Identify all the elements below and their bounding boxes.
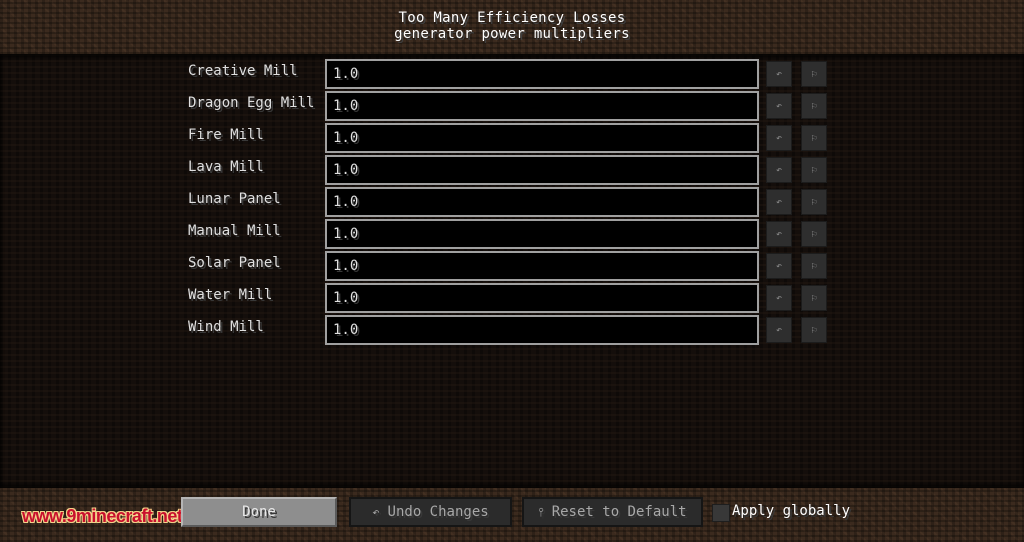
config-value-input[interactable] [325,283,759,313]
undo-icon: ↶ [372,505,380,519]
row-reset-button[interactable]: ⚐ [801,189,827,215]
row-undo-button[interactable]: ↶ [766,61,792,87]
row-reset-button[interactable]: ⚐ [801,61,827,87]
config-row: Manual Mill ↶ ⚐ [0,219,1024,249]
done-button[interactable]: Done [181,497,337,527]
config-value-input[interactable] [325,155,759,185]
config-row: Dragon Egg Mill ↶ ⚐ [0,91,1024,121]
config-row-label: Lava Mill [188,159,264,175]
row-undo-button[interactable]: ↶ [766,285,792,311]
screen-subtitle: generator power multipliers [394,26,630,42]
config-row: Creative Mill ↶ ⚐ [0,59,1024,89]
config-row-label: Lunar Panel [188,191,281,207]
row-reset-button[interactable]: ⚐ [801,93,827,119]
config-row-label: Wind Mill [188,319,264,335]
row-undo-button[interactable]: ↶ [766,221,792,247]
undo-icon: ↶ [775,132,783,144]
row-undo-button[interactable]: ↶ [766,157,792,183]
config-value-input[interactable] [325,187,759,217]
row-reset-button[interactable]: ⚐ [801,285,827,311]
config-row-label: Manual Mill [188,223,281,239]
screen-title: Too Many Efficiency Losses [398,10,626,26]
reset-icon: ⚐ [810,196,818,208]
undo-changes-label: Undo Changes [387,504,489,520]
row-reset-button[interactable]: ⚐ [801,157,827,183]
watermark: www.9minecraft.net [22,506,183,526]
config-row-label: Fire Mill [188,127,264,143]
reset-icon: ⚐ [810,164,818,176]
reset-icon: ⚐ [810,228,818,240]
row-reset-button[interactable]: ⚐ [801,221,827,247]
undo-icon: ↶ [775,228,783,240]
row-reset-button[interactable]: ⚐ [801,125,827,151]
config-value-input[interactable] [325,59,759,89]
reset-icon: ⚐ [810,260,818,272]
config-row: Water Mill ↶ ⚐ [0,283,1024,313]
row-reset-button[interactable]: ⚐ [801,317,827,343]
header: Too Many Efficiency Losses generator pow… [0,0,1024,54]
reset-icon: ⚐ [810,132,818,144]
reset-icon: ⚐ [810,100,818,112]
undo-icon: ↶ [775,68,783,80]
undo-icon: ↶ [775,260,783,272]
config-row: Fire Mill ↶ ⚐ [0,123,1024,153]
apply-globally-label[interactable]: Apply globally [732,503,850,519]
row-undo-button[interactable]: ↶ [766,93,792,119]
row-undo-button[interactable]: ↶ [766,189,792,215]
config-row-label: Water Mill [188,287,273,303]
config-row: Wind Mill ↶ ⚐ [0,315,1024,345]
reset-icon: ⫯ [538,504,544,519]
config-value-input[interactable] [325,251,759,281]
row-undo-button[interactable]: ↶ [766,125,792,151]
done-button-label: Done [242,504,276,520]
reset-to-default-label: Reset to Default [551,504,687,520]
config-value-input[interactable] [325,219,759,249]
config-row: Lava Mill ↶ ⚐ [0,155,1024,185]
undo-icon: ↶ [775,292,783,304]
config-row: Lunar Panel ↶ ⚐ [0,187,1024,217]
apply-globally-checkbox[interactable] [712,504,730,522]
reset-icon: ⚐ [810,68,818,80]
undo-changes-button[interactable]: ↶ Undo Changes [349,497,512,527]
row-reset-button[interactable]: ⚐ [801,253,827,279]
reset-icon: ⚐ [810,292,818,304]
undo-icon: ↶ [775,164,783,176]
config-row-label: Dragon Egg Mill [188,95,315,111]
row-undo-button[interactable]: ↶ [766,253,792,279]
undo-icon: ↶ [775,196,783,208]
config-row-label: Creative Mill [188,63,298,79]
config-row: Solar Panel ↶ ⚐ [0,251,1024,281]
config-row-label: Solar Panel [188,255,281,271]
config-value-input[interactable] [325,315,759,345]
undo-icon: ↶ [775,324,783,336]
reset-to-default-button[interactable]: ⫯ Reset to Default [522,497,703,527]
config-value-input[interactable] [325,91,759,121]
row-undo-button[interactable]: ↶ [766,317,792,343]
undo-icon: ↶ [775,100,783,112]
reset-icon: ⚐ [810,324,818,336]
config-value-input[interactable] [325,123,759,153]
